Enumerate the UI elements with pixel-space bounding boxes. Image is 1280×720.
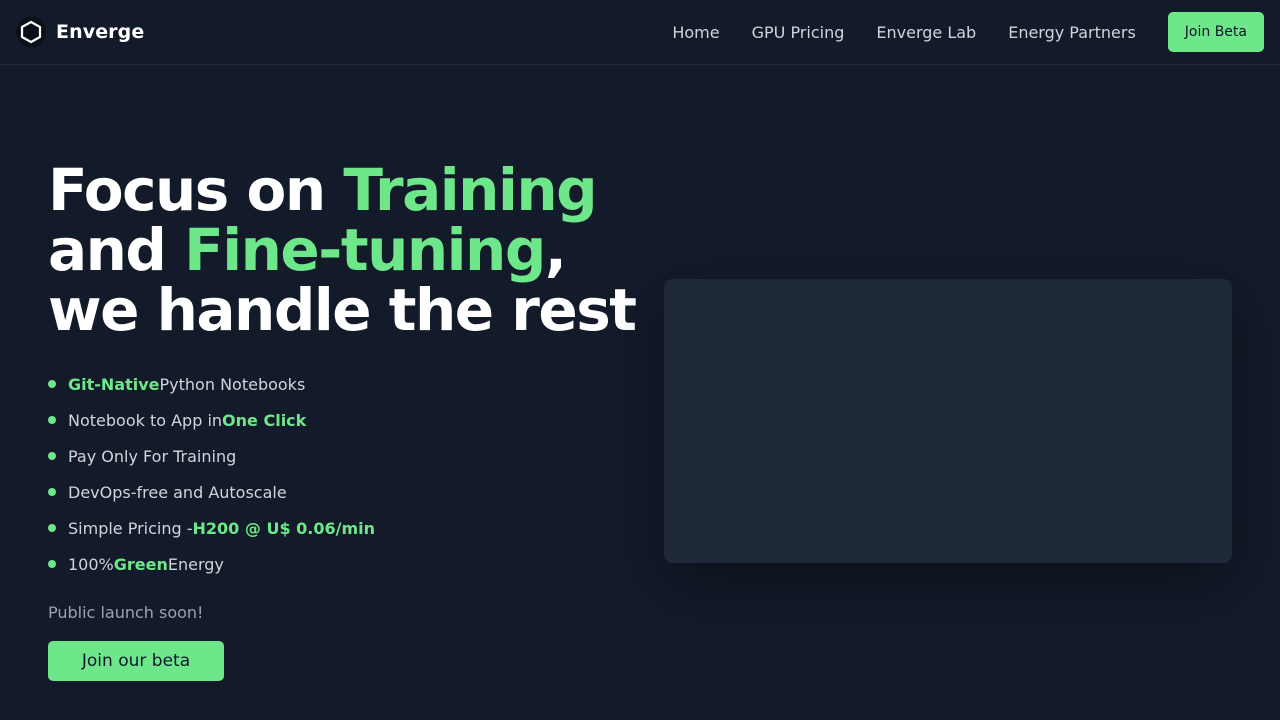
bullet-dot-icon xyxy=(48,488,56,496)
feature-text: Notebook to App in xyxy=(68,410,223,430)
hero-title-text: Focus on xyxy=(48,156,344,224)
hero-title-text: , xyxy=(544,216,567,284)
nav-link-enverge-lab[interactable]: Enverge Lab xyxy=(876,23,976,42)
feature-list: Git-Native Python Notebooks Notebook to … xyxy=(48,366,375,582)
hero-title-line-3: we handle the rest xyxy=(48,276,637,344)
bullet-dot-icon xyxy=(48,380,56,388)
hero-title-line-2: and Fine-tuning, xyxy=(48,220,636,280)
hero-title-accent: Fine-tuning xyxy=(184,216,546,284)
hero-title: Focus on Training and Fine-tuning, we ha… xyxy=(48,160,637,344)
hero-title-accent: Training xyxy=(343,156,597,224)
hero-title-text: and xyxy=(48,216,185,284)
feature-highlight: Git-Native xyxy=(68,374,160,394)
top-navbar: Enverge Home GPU Pricing Enverge Lab Ene… xyxy=(0,0,1280,65)
feature-text: 100% xyxy=(68,554,114,574)
nav-link-energy-partners[interactable]: Energy Partners xyxy=(1008,23,1136,42)
bullet-dot-icon xyxy=(48,524,56,532)
feature-item: Pay Only For Training xyxy=(48,438,375,474)
feature-highlight: Green xyxy=(113,554,168,574)
feature-text: DevOps-free and Autoscale xyxy=(68,482,287,502)
join-beta-button[interactable]: Join Beta xyxy=(1167,12,1264,52)
feature-text: Python Notebooks xyxy=(159,374,306,394)
brand-name: Enverge xyxy=(56,21,145,43)
bullet-dot-icon xyxy=(48,452,56,460)
feature-item: 100% Green Energy xyxy=(48,546,375,582)
feature-item: Git-Native Python Notebooks xyxy=(48,366,375,402)
brand-link[interactable]: Enverge xyxy=(16,17,144,47)
bullet-dot-icon xyxy=(48,416,56,424)
join-our-beta-button[interactable]: Join our beta xyxy=(48,641,224,681)
nav-link-home[interactable]: Home xyxy=(672,23,719,42)
nav-links: Home GPU Pricing Enverge Lab Energy Part… xyxy=(672,12,1264,52)
hero-media-panel xyxy=(664,279,1232,563)
launch-note: Public launch soon! xyxy=(48,603,204,622)
feature-item: DevOps-free and Autoscale xyxy=(48,474,375,510)
feature-text: Simple Pricing - xyxy=(68,518,193,538)
feature-item: Simple Pricing - H200 @ U$ 0.06/min xyxy=(48,510,375,546)
nav-link-gpu-pricing[interactable]: GPU Pricing xyxy=(752,23,845,42)
bullet-dot-icon xyxy=(48,560,56,568)
feature-text: Energy xyxy=(167,554,224,574)
hexagon-icon xyxy=(16,17,46,47)
feature-highlight: One Click xyxy=(222,410,307,430)
feature-item: Notebook to App in One Click xyxy=(48,402,375,438)
hero-title-line-1: Focus on Training xyxy=(48,160,636,220)
feature-text: Pay Only For Training xyxy=(68,446,237,466)
feature-highlight: H200 @ U$ 0.06/min xyxy=(192,518,376,538)
